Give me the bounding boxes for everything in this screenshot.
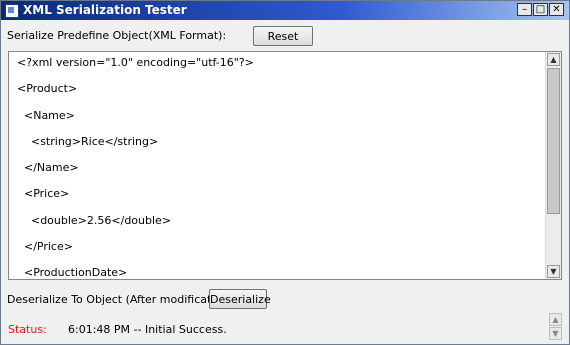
xml-line: </Price> — [17, 240, 73, 254]
status-scrollbar[interactable]: ▲ ▼ — [549, 313, 563, 341]
deserialize-label: Deserialize To Object (After modificatio… — [7, 293, 233, 306]
xml-textbox[interactable]: <?xml version="1.0" encoding="utf-16"?> <… — [8, 51, 562, 280]
xml-line: </Name> — [17, 161, 79, 175]
status-scroll-up-icon[interactable]: ▲ — [549, 313, 562, 326]
serialize-label: Serialize Predefine Object(XML Format): — [7, 29, 227, 42]
status-label: Status: — [8, 323, 47, 336]
status-scroll-down-icon[interactable]: ▼ — [549, 327, 562, 340]
xml-line: <Product> — [17, 82, 78, 96]
main-window: XML Serialization Tester – □ ✕ Serialize… — [0, 0, 570, 345]
scroll-down-icon[interactable]: ▼ — [547, 265, 560, 278]
title-bar[interactable]: XML Serialization Tester – □ ✕ — [1, 1, 569, 20]
deserialize-button[interactable]: Deserialize — [209, 289, 271, 309]
xml-line: <ProductionDate> — [17, 266, 128, 280]
scroll-up-icon[interactable]: ▲ — [547, 53, 560, 66]
reset-button[interactable]: Reset — [253, 26, 313, 46]
scroll-thumb[interactable] — [547, 68, 560, 214]
minimize-button[interactable]: – — [517, 3, 532, 16]
app-icon — [5, 4, 19, 18]
xml-line: <double>2.56</double> — [17, 213, 172, 227]
xml-scrollbar[interactable]: ▲ ▼ — [545, 52, 561, 279]
window-title: XML Serialization Tester — [23, 3, 187, 17]
xml-content[interactable]: <?xml version="1.0" encoding="utf-16"?> <… — [17, 56, 254, 280]
xml-line: <Price> — [17, 187, 70, 201]
xml-line: <?xml version="1.0" encoding="utf-16"?> — [17, 56, 254, 69]
close-button[interactable]: ✕ — [549, 3, 564, 16]
xml-line: <Name> — [17, 108, 75, 122]
xml-line: <string>Rice</string> — [17, 134, 159, 148]
status-text: 6:01:48 PM -- Initial Success. — [68, 323, 227, 336]
maximize-button[interactable]: □ — [533, 3, 548, 16]
